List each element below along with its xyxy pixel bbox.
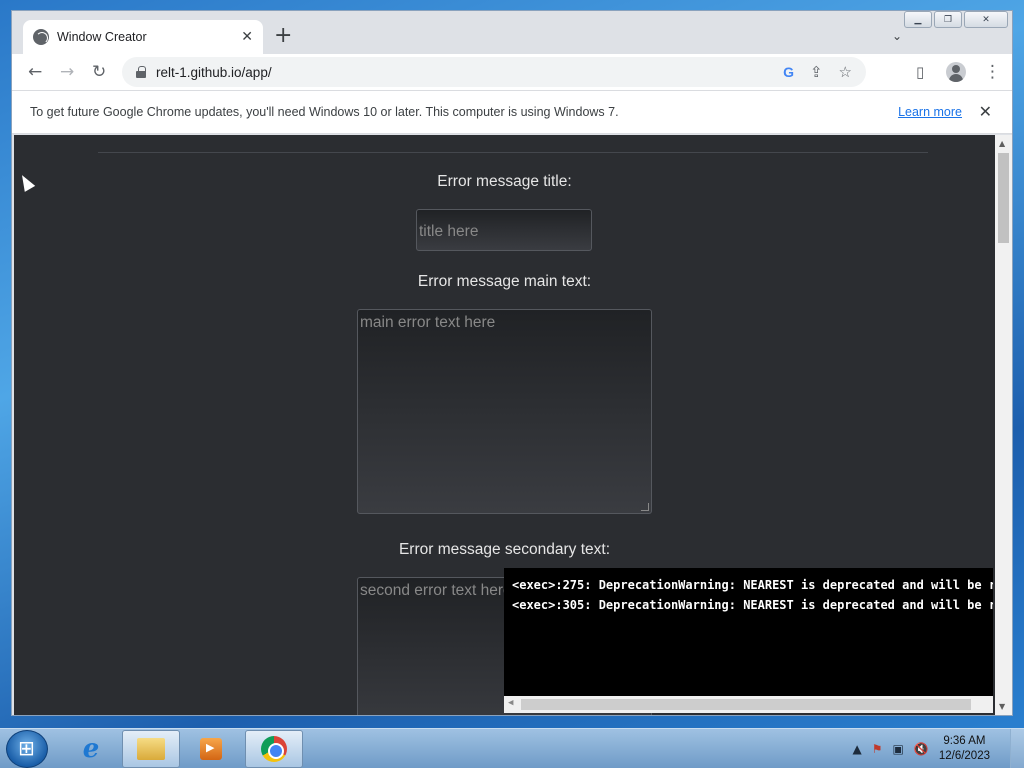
start-button[interactable] [6,730,48,768]
scrollbar-thumb[interactable] [998,153,1009,243]
tab-title: Window Creator [57,30,147,44]
infobar-close-icon[interactable]: ✕ [979,102,992,122]
close-window-button[interactable]: ✕ [964,11,1008,28]
tab-strip: Window Creator ✕ + ⌄ ▁ ❐ ✕ [12,11,1012,54]
profile-avatar-icon[interactable] [946,62,966,82]
taskbar-explorer[interactable] [122,730,180,768]
console-scrollbar-thumb[interactable] [521,699,971,710]
action-center-flag-icon[interactable]: ⚑ [872,742,883,756]
resize-handle-icon[interactable] [641,503,649,511]
secondary-text-placeholder: second error text here [360,582,512,599]
globe-icon [33,29,49,45]
address-bar[interactable]: relt-1.github.io/app/ G ⇪ ☆ [122,57,866,87]
volume-muted-icon[interactable]: 🔇 [914,742,929,756]
console-line: <exec>:305: DeprecationWarning: NEAREST … [512,598,993,612]
secondary-text-label: Error message secondary text: [398,541,611,558]
scroll-up-icon[interactable]: ▲ [999,139,1005,148]
update-infobar: To get future Google Chrome updates, you… [12,90,1012,134]
window-controls: ▁ ❐ ✕ [904,11,1008,28]
media-player-icon [200,738,222,760]
internet-explorer-icon: e [82,734,100,764]
taskbar-ie[interactable]: e [62,730,120,768]
show-desktop-button[interactable] [1010,729,1024,768]
taskbar-chrome[interactable] [245,730,303,768]
divider [98,152,928,153]
learn-more-link[interactable]: Learn more [898,105,962,119]
side-panel-icon[interactable]: ▯ [916,62,924,82]
chrome-icon [261,736,287,762]
scroll-down-icon[interactable]: ▼ [999,702,1005,711]
bookmark-star-icon[interactable]: ☆ [839,63,852,81]
tab-window-creator[interactable]: Window Creator ✕ [23,20,263,54]
console-line: <exec>:275: DeprecationWarning: NEAREST … [512,578,993,592]
taskbar-media-player[interactable] [182,730,240,768]
new-tab-button[interactable]: + [274,25,292,47]
back-icon[interactable]: ← [28,62,42,82]
clock-time: 9:36 AM [943,735,986,747]
main-text-textarea[interactable]: main error text here [357,309,652,514]
title-input[interactable]: title here [416,209,592,251]
console-horizontal-scrollbar[interactable]: ◀ [504,696,993,713]
taskbar: e ▲ ⚑ ▣ 🔇 9:36 AM 12/6/2023 [0,728,1024,768]
tab-close-icon[interactable]: ✕ [241,29,253,45]
vertical-scrollbar[interactable]: ▲ ▼ [995,135,1012,715]
scroll-left-icon[interactable]: ◀ [508,698,513,708]
network-icon[interactable]: ▣ [893,742,904,756]
infobar-message: To get future Google Chrome updates, you… [30,105,619,119]
google-icon[interactable]: G [783,64,794,80]
clock-date: 12/6/2023 [938,750,990,762]
share-icon[interactable]: ⇪ [810,63,823,81]
url-text[interactable]: relt-1.github.io/app/ [156,65,272,80]
system-tray: ▲ ⚑ ▣ 🔇 9:36 AM 12/6/2023 [853,729,1024,768]
main-text-placeholder: main error text here [360,314,496,331]
restore-button[interactable]: ❐ [934,11,962,28]
lock-icon[interactable] [136,66,146,78]
menu-kebab-icon[interactable]: ⋮ [984,62,1001,82]
folder-icon [137,738,165,760]
title-label: Error message title: [437,173,572,190]
forward-icon[interactable]: → [60,62,74,82]
minimize-button[interactable]: ▁ [904,11,932,28]
browser-toolbar: ← → ↻ relt-1.github.io/app/ G ⇪ ☆ ▯ ⋮ [12,54,1012,90]
console-output: <exec>:275: DeprecationWarning: NEAREST … [504,568,993,713]
tab-search-icon[interactable]: ⌄ [892,29,902,43]
clock[interactable]: 9:36 AM 12/6/2023 [939,734,990,764]
show-hidden-icons-icon[interactable]: ▲ [853,742,862,756]
reload-icon[interactable]: ↻ [92,62,106,82]
main-text-label: Error message main text: [417,273,592,290]
